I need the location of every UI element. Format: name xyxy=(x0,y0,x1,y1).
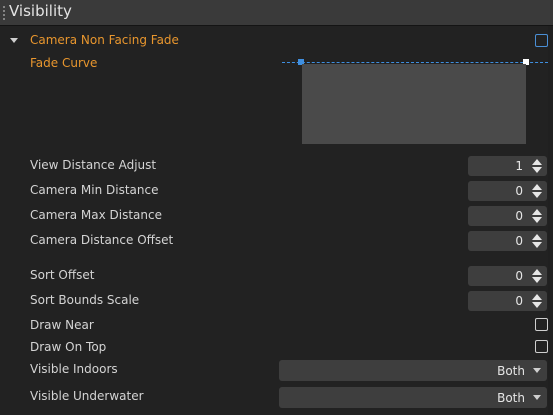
spin-up-icon[interactable] xyxy=(532,184,542,190)
view-distance-adjust-spinner[interactable]: 1 xyxy=(468,156,547,176)
spinner-value: 0 xyxy=(515,184,523,198)
spin-up-icon[interactable] xyxy=(532,209,542,215)
spin-up-icon[interactable] xyxy=(532,159,542,165)
visible-indoors-dropdown[interactable]: Both xyxy=(279,360,547,381)
camera-distance-offset-spinner[interactable]: 0 xyxy=(468,231,547,251)
sort-offset-spinner[interactable]: 0 xyxy=(468,266,547,286)
dropdown-value: Both xyxy=(497,391,525,405)
draw-near-checkbox[interactable] xyxy=(535,318,548,331)
sort-bounds-scale-spinner[interactable]: 0 xyxy=(468,291,547,311)
spin-up-icon[interactable] xyxy=(532,294,542,300)
spin-down-icon[interactable] xyxy=(532,192,542,198)
drag-grip-icon[interactable] xyxy=(2,5,6,21)
camera-non-facing-fade-checkbox[interactable] xyxy=(535,34,548,47)
scrollbar[interactable] xyxy=(548,26,553,415)
spin-down-icon[interactable] xyxy=(532,302,542,308)
visible-underwater-dropdown[interactable]: Both xyxy=(279,387,547,408)
camera-non-facing-fade-label: Camera Non Facing Fade xyxy=(30,33,179,47)
spinner-value: 0 xyxy=(515,269,523,283)
expand-arrow-icon[interactable] xyxy=(10,38,18,43)
chevron-down-icon xyxy=(533,368,541,373)
sort-offset-label: Sort Offset xyxy=(30,268,95,282)
fade-curve-label: Fade Curve xyxy=(30,56,98,70)
camera-max-distance-label: Camera Max Distance xyxy=(30,208,162,222)
spin-up-icon[interactable] xyxy=(532,269,542,275)
spin-down-icon[interactable] xyxy=(532,277,542,283)
spinner-value: 0 xyxy=(515,234,523,248)
sort-bounds-scale-label: Sort Bounds Scale xyxy=(30,293,140,307)
spin-down-icon[interactable] xyxy=(532,167,542,173)
camera-min-distance-spinner[interactable]: 0 xyxy=(468,181,547,201)
fade-curve-editor[interactable] xyxy=(302,64,526,144)
visible-underwater-label: Visible Underwater xyxy=(30,389,144,403)
spinner-value: 0 xyxy=(515,294,523,308)
spinner-value: 0 xyxy=(515,209,523,223)
panel-title: Visibility xyxy=(9,2,72,20)
chevron-down-icon xyxy=(533,395,541,400)
camera-min-distance-label: Camera Min Distance xyxy=(30,183,159,197)
draw-near-label: Draw Near xyxy=(30,318,94,332)
spin-up-icon[interactable] xyxy=(532,234,542,240)
spin-down-icon[interactable] xyxy=(532,217,542,223)
dropdown-value: Both xyxy=(497,364,525,378)
spin-down-icon[interactable] xyxy=(532,242,542,248)
camera-distance-offset-label: Camera Distance Offset xyxy=(30,233,174,247)
view-distance-adjust-label: View Distance Adjust xyxy=(30,158,157,172)
fade-curve-line xyxy=(282,62,548,63)
visibility-panel-header[interactable]: Visibility xyxy=(0,0,553,26)
visible-indoors-label: Visible Indoors xyxy=(30,362,118,376)
camera-max-distance-spinner[interactable]: 0 xyxy=(468,206,547,226)
draw-on-top-checkbox[interactable] xyxy=(535,340,548,353)
draw-on-top-label: Draw On Top xyxy=(30,340,107,354)
spinner-value: 1 xyxy=(515,159,523,173)
